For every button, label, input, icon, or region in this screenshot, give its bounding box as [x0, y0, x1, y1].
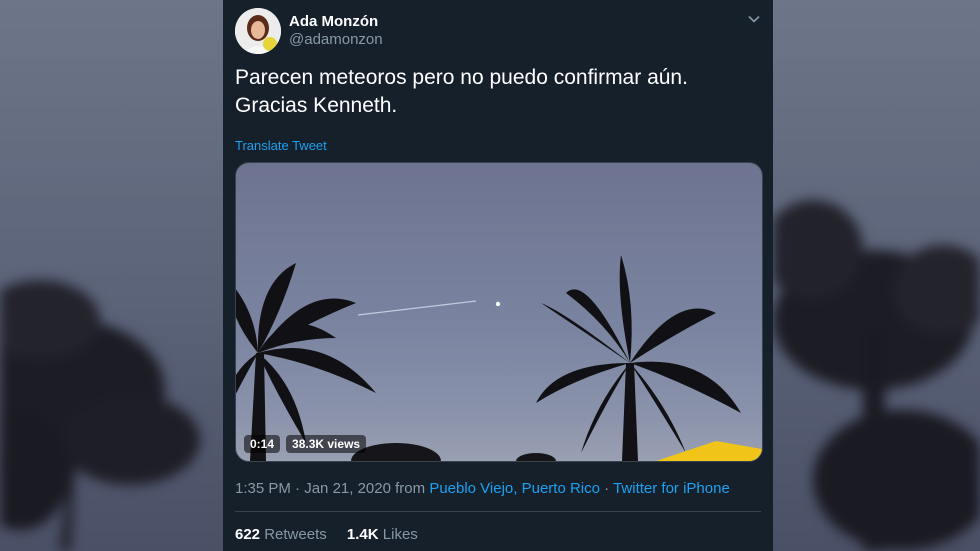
- retweets-stat[interactable]: 622 Retweets: [235, 526, 331, 543]
- retweets-label: Retweets: [264, 526, 327, 543]
- likes-stat[interactable]: 1.4K Likes: [347, 526, 418, 543]
- avatar[interactable]: [235, 8, 281, 54]
- translate-tweet-link[interactable]: Translate Tweet: [235, 138, 327, 153]
- blurred-palm-right: [773, 200, 980, 551]
- client-link[interactable]: Twitter for iPhone: [613, 480, 730, 497]
- likes-count: 1.4K: [346, 526, 379, 543]
- likes-label: Likes: [382, 526, 418, 543]
- user-name[interactable]: Ada Monzón: [289, 13, 378, 30]
- blurred-palm-left: [0, 280, 200, 551]
- tweet-stats: 622 Retweets 1.4K Likes: [235, 526, 434, 543]
- video-frame: [236, 255, 762, 461]
- tweet-text: Parecen meteoros pero no puedo confirmar…: [235, 66, 688, 117]
- video-views: 38.3K views: [286, 435, 367, 453]
- tweet-video[interactable]: 0:14 38.3K views: [235, 162, 763, 462]
- tweet-date[interactable]: Jan 21, 2020: [304, 480, 391, 497]
- video-overlay: 0:14 38.3K views: [244, 435, 367, 453]
- background-left: [0, 0, 223, 551]
- meta-separator-2: ·: [604, 480, 610, 497]
- chevron-down-icon[interactable]: [747, 12, 761, 26]
- from-label: from: [395, 480, 426, 497]
- tweet-meta: 1:35 PM · Jan 21, 2020 from Pueblo Viejo…: [235, 480, 730, 497]
- location-link[interactable]: Pueblo Viejo, Puerto Rico: [429, 480, 600, 497]
- tweet-card: Ada Monzón @adamonzon Parecen meteoros p…: [223, 0, 773, 551]
- tweet-time[interactable]: 1:35 PM: [235, 480, 291, 497]
- user-handle[interactable]: @adamonzon: [289, 31, 383, 48]
- retweets-count: 622: [235, 526, 261, 543]
- avatar-image: [235, 8, 281, 54]
- meta-separator: ·: [295, 480, 301, 497]
- background-right: [773, 0, 980, 551]
- divider: [235, 511, 761, 512]
- video-duration: 0:14: [244, 435, 281, 453]
